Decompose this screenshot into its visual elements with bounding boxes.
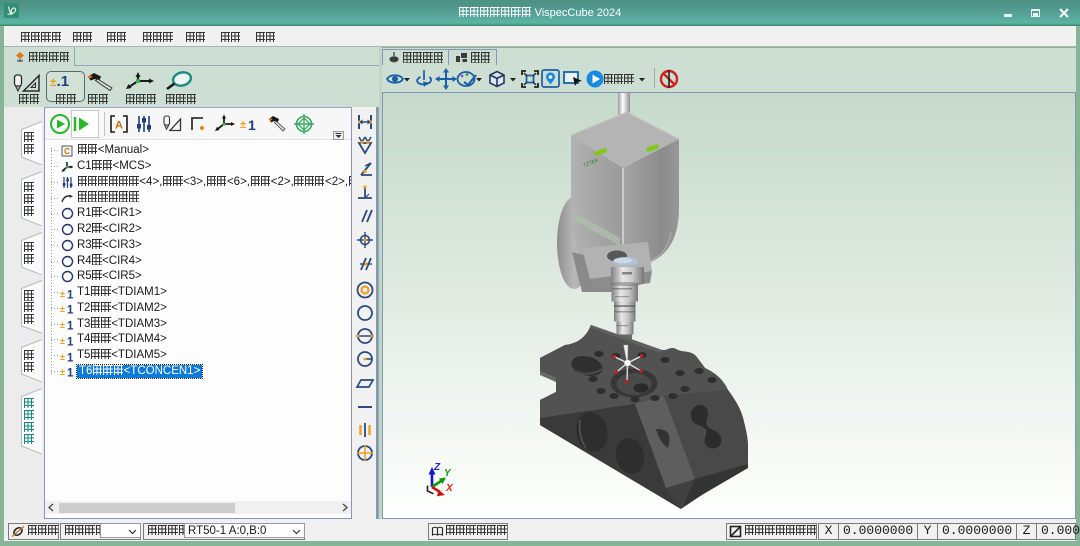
svg-text:Y: Y: [444, 468, 452, 479]
svg-text:C: C: [64, 147, 70, 156]
svg-text:±: ±: [60, 304, 65, 314]
svg-text:1: 1: [67, 352, 74, 363]
svg-text:1: 1: [67, 321, 74, 332]
svg-text:±: ±: [60, 367, 65, 377]
svg-text:Z: Z: [433, 462, 441, 473]
svg-text:±: ±: [60, 289, 65, 299]
svg-text:1: 1: [67, 289, 74, 300]
svg-text:1: 1: [248, 117, 256, 133]
svg-text:±: ±: [240, 119, 246, 131]
svg-text:1: 1: [67, 305, 74, 316]
svg-text:±: ±: [60, 352, 65, 362]
svg-text:1: 1: [67, 336, 74, 347]
svg-text:X: X: [445, 483, 454, 494]
svg-text:±: ±: [60, 336, 65, 346]
svg-text:1: 1: [67, 368, 74, 379]
svg-text:A: A: [115, 120, 123, 132]
svg-text:±: ±: [60, 320, 65, 330]
